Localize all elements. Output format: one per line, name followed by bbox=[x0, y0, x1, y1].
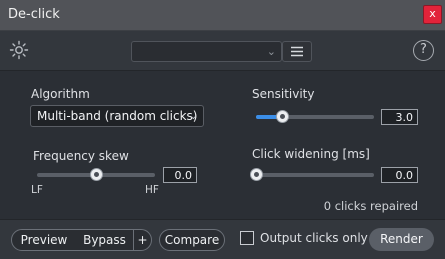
frequency-skew-value[interactable]: 0.0 bbox=[163, 167, 197, 183]
window-title: De-click bbox=[8, 7, 60, 22]
bypass-button[interactable]: Bypass bbox=[76, 229, 134, 251]
preset-select[interactable]: ⌄ bbox=[131, 41, 282, 62]
chevron-down-icon: ⌄ bbox=[188, 109, 198, 122]
click-widening-label: Click widening [ms] bbox=[252, 147, 370, 161]
chevron-down-icon: ⌄ bbox=[266, 45, 276, 58]
status-text: 0 clicks repaired bbox=[323, 199, 418, 213]
output-clicks-label[interactable]: Output clicks only bbox=[260, 231, 368, 245]
algorithm-label: Algorithm bbox=[31, 87, 90, 101]
preset-menu-button[interactable] bbox=[282, 41, 312, 62]
close-button[interactable]: x bbox=[423, 5, 442, 24]
toolbar: ⌄ ? bbox=[0, 31, 445, 71]
module-panel: Algorithm Multi-band (random clicks) ⌄ S… bbox=[0, 71, 445, 219]
sensitivity-knob[interactable] bbox=[276, 110, 289, 123]
frequency-skew-label: Frequency skew bbox=[33, 149, 129, 163]
sensitivity-slider[interactable] bbox=[256, 110, 374, 123]
compare-button[interactable]: Compare bbox=[159, 229, 225, 251]
hamburger-icon bbox=[291, 46, 303, 57]
help-icon[interactable]: ? bbox=[413, 40, 434, 61]
frequency-skew-knob[interactable] bbox=[90, 168, 103, 181]
sensitivity-label: Sensitivity bbox=[252, 87, 315, 101]
click-widening-slider[interactable] bbox=[250, 168, 374, 181]
frequency-skew-slider[interactable] bbox=[37, 168, 155, 181]
frequency-skew-max-label: HF bbox=[145, 184, 159, 196]
add-button[interactable]: + bbox=[133, 229, 152, 251]
render-button[interactable]: Render bbox=[369, 228, 434, 251]
algorithm-value: Multi-band (random clicks) bbox=[37, 109, 198, 123]
preview-button[interactable]: Preview bbox=[11, 229, 77, 251]
click-widening-knob[interactable] bbox=[250, 168, 263, 181]
title-bar: De-click x bbox=[0, 0, 445, 31]
output-clicks-checkbox[interactable] bbox=[240, 231, 254, 245]
sensitivity-value[interactable]: 3.0 bbox=[381, 109, 418, 125]
frequency-skew-min-label: LF bbox=[31, 184, 43, 196]
algorithm-select[interactable]: Multi-band (random clicks) ⌄ bbox=[30, 105, 204, 127]
close-icon: x bbox=[429, 7, 436, 20]
click-widening-value[interactable]: 0.0 bbox=[381, 167, 418, 183]
sun-icon[interactable] bbox=[9, 40, 29, 60]
footer: Preview Bypass + Compare Output clicks o… bbox=[0, 219, 445, 259]
